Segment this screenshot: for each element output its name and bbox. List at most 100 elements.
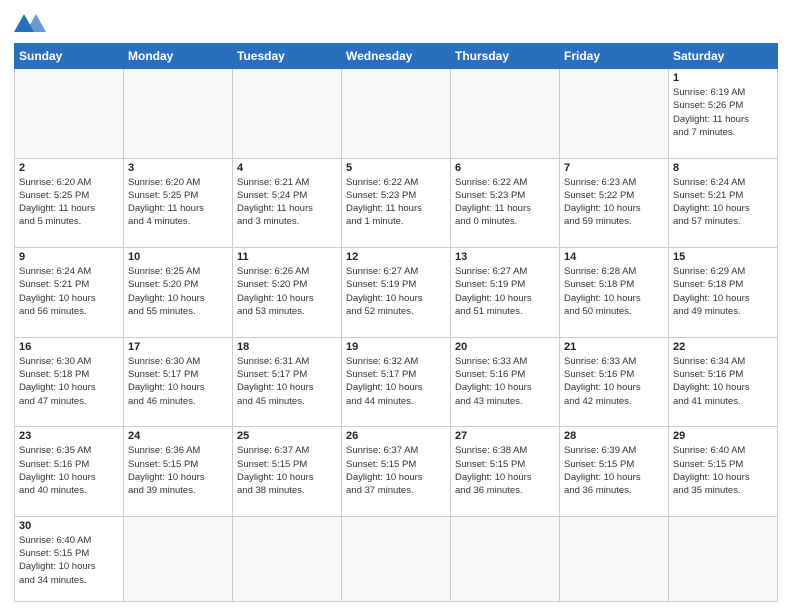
- day-number: 27: [455, 430, 555, 442]
- day-number: 8: [673, 162, 773, 174]
- calendar-cell: 13 Sunrise: 6:27 AM Sunset: 5:19 PM Dayli…: [451, 248, 560, 338]
- day-number: 26: [346, 430, 446, 442]
- calendar-cell: 15Sunrise: 6:29 AM Sunset: 5:18 PM Dayli…: [669, 248, 778, 338]
- calendar-cell: 17 Sunrise: 6:30 AM Sunset: 5:17 PM Dayli…: [124, 337, 233, 427]
- calendar-cell: [451, 69, 560, 159]
- logo-icon: [14, 14, 64, 32]
- day-info: Sunrise: 6:21 AM Sunset: 5:24 PM Dayligh…: [237, 176, 337, 229]
- day-info: Sunrise: 6:33 AM Sunset: 5:16 PM Dayligh…: [564, 355, 664, 408]
- calendar-header-row: SundayMondayTuesdayWednesdayThursdayFrid…: [15, 44, 778, 69]
- day-info: Sunrise: 6:36 AM Sunset: 5:15 PM Dayligh…: [128, 444, 228, 497]
- calendar-cell: 23 Sunrise: 6:35 AM Sunset: 5:16 PM Dayli…: [15, 427, 124, 517]
- calendar-cell: 3 Sunrise: 6:20 AM Sunset: 5:25 PM Daylig…: [124, 158, 233, 248]
- day-number: 23: [19, 430, 119, 442]
- calendar-cell: 5Sunrise: 6:22 AM Sunset: 5:23 PM Daylig…: [342, 158, 451, 248]
- calendar-cell: 26Sunrise: 6:37 AM Sunset: 5:15 PM Dayli…: [342, 427, 451, 517]
- day-info: Sunrise: 6:28 AM Sunset: 5:18 PM Dayligh…: [564, 265, 664, 318]
- calendar-cell: [124, 69, 233, 159]
- day-number: 22: [673, 341, 773, 353]
- calendar-week-row: 23 Sunrise: 6:35 AM Sunset: 5:16 PM Dayli…: [15, 427, 778, 517]
- calendar-weekday-wednesday: Wednesday: [342, 44, 451, 69]
- calendar-weekday-thursday: Thursday: [451, 44, 560, 69]
- day-number: 18: [237, 341, 337, 353]
- day-info: Sunrise: 6:30 AM Sunset: 5:17 PM Dayligh…: [128, 355, 228, 408]
- day-number: 11: [237, 251, 337, 263]
- day-number: 10: [128, 251, 228, 263]
- calendar-week-row: 9 Sunrise: 6:24 AM Sunset: 5:21 PM Daylig…: [15, 248, 778, 338]
- day-info: Sunrise: 6:35 AM Sunset: 5:16 PM Dayligh…: [19, 444, 119, 497]
- calendar-cell: 12 Sunrise: 6:27 AM Sunset: 5:19 PM Dayli…: [342, 248, 451, 338]
- calendar-cell: 7Sunrise: 6:23 AM Sunset: 5:22 PM Daylig…: [560, 158, 669, 248]
- calendar-cell: 21Sunrise: 6:33 AM Sunset: 5:16 PM Dayli…: [560, 337, 669, 427]
- calendar-cell: 6 Sunrise: 6:22 AM Sunset: 5:23 PM Daylig…: [451, 158, 560, 248]
- calendar-cell: 27 Sunrise: 6:38 AM Sunset: 5:15 PM Dayli…: [451, 427, 560, 517]
- day-info: Sunrise: 6:40 AM Sunset: 5:15 PM Dayligh…: [673, 444, 773, 497]
- calendar-cell: 2 Sunrise: 6:20 AM Sunset: 5:25 PM Daylig…: [15, 158, 124, 248]
- day-info: Sunrise: 6:40 AM Sunset: 5:15 PM Dayligh…: [19, 534, 119, 587]
- day-info: Sunrise: 6:27 AM Sunset: 5:19 PM Dayligh…: [346, 265, 446, 318]
- day-number: 14: [564, 251, 664, 263]
- day-info: Sunrise: 6:24 AM Sunset: 5:21 PM Dayligh…: [673, 176, 773, 229]
- calendar-week-row: 2 Sunrise: 6:20 AM Sunset: 5:25 PM Daylig…: [15, 158, 778, 248]
- calendar-cell: 8 Sunrise: 6:24 AM Sunset: 5:21 PM Daylig…: [669, 158, 778, 248]
- calendar-cell: [451, 516, 560, 601]
- calendar-weekday-tuesday: Tuesday: [233, 44, 342, 69]
- calendar-weekday-friday: Friday: [560, 44, 669, 69]
- day-info: Sunrise: 6:19 AM Sunset: 5:26 PM Dayligh…: [673, 86, 773, 139]
- calendar-cell: [342, 69, 451, 159]
- calendar-weekday-saturday: Saturday: [669, 44, 778, 69]
- day-info: Sunrise: 6:20 AM Sunset: 5:25 PM Dayligh…: [128, 176, 228, 229]
- calendar-cell: 14 Sunrise: 6:28 AM Sunset: 5:18 PM Dayli…: [560, 248, 669, 338]
- day-number: 12: [346, 251, 446, 263]
- calendar-cell: 25Sunrise: 6:37 AM Sunset: 5:15 PM Dayli…: [233, 427, 342, 517]
- header: [14, 10, 778, 37]
- day-info: Sunrise: 6:20 AM Sunset: 5:25 PM Dayligh…: [19, 176, 119, 229]
- page: SundayMondayTuesdayWednesdayThursdayFrid…: [0, 0, 792, 612]
- calendar-cell: [560, 516, 669, 601]
- day-info: Sunrise: 6:34 AM Sunset: 5:16 PM Dayligh…: [673, 355, 773, 408]
- calendar-cell: 24 Sunrise: 6:36 AM Sunset: 5:15 PM Dayli…: [124, 427, 233, 517]
- calendar-cell: [15, 69, 124, 159]
- day-number: 13: [455, 251, 555, 263]
- day-info: Sunrise: 6:27 AM Sunset: 5:19 PM Dayligh…: [455, 265, 555, 318]
- day-info: Sunrise: 6:31 AM Sunset: 5:17 PM Dayligh…: [237, 355, 337, 408]
- day-info: Sunrise: 6:30 AM Sunset: 5:18 PM Dayligh…: [19, 355, 119, 408]
- calendar-cell: 16 Sunrise: 6:30 AM Sunset: 5:18 PM Dayli…: [15, 337, 124, 427]
- day-number: 9: [19, 251, 119, 263]
- day-number: 2: [19, 162, 119, 174]
- calendar-cell: 22 Sunrise: 6:34 AM Sunset: 5:16 PM Dayli…: [669, 337, 778, 427]
- day-number: 20: [455, 341, 555, 353]
- calendar-cell: 10 Sunrise: 6:25 AM Sunset: 5:20 PM Dayli…: [124, 248, 233, 338]
- day-number: 6: [455, 162, 555, 174]
- calendar-week-row: 30 Sunrise: 6:40 AM Sunset: 5:15 PM Dayli…: [15, 516, 778, 601]
- logo: [14, 14, 64, 37]
- calendar-cell: 1 Sunrise: 6:19 AM Sunset: 5:26 PM Daylig…: [669, 69, 778, 159]
- day-number: 1: [673, 72, 773, 84]
- day-info: Sunrise: 6:33 AM Sunset: 5:16 PM Dayligh…: [455, 355, 555, 408]
- day-info: Sunrise: 6:25 AM Sunset: 5:20 PM Dayligh…: [128, 265, 228, 318]
- calendar-cell: [342, 516, 451, 601]
- day-number: 30: [19, 520, 119, 532]
- day-info: Sunrise: 6:37 AM Sunset: 5:15 PM Dayligh…: [237, 444, 337, 497]
- day-number: 28: [564, 430, 664, 442]
- day-number: 17: [128, 341, 228, 353]
- calendar-cell: 19Sunrise: 6:32 AM Sunset: 5:17 PM Dayli…: [342, 337, 451, 427]
- calendar-cell: [560, 69, 669, 159]
- calendar-cell: [233, 516, 342, 601]
- calendar-cell: 28Sunrise: 6:39 AM Sunset: 5:15 PM Dayli…: [560, 427, 669, 517]
- day-info: Sunrise: 6:22 AM Sunset: 5:23 PM Dayligh…: [455, 176, 555, 229]
- day-info: Sunrise: 6:23 AM Sunset: 5:22 PM Dayligh…: [564, 176, 664, 229]
- calendar-cell: 20 Sunrise: 6:33 AM Sunset: 5:16 PM Dayli…: [451, 337, 560, 427]
- calendar-week-row: 16 Sunrise: 6:30 AM Sunset: 5:18 PM Dayli…: [15, 337, 778, 427]
- day-info: Sunrise: 6:38 AM Sunset: 5:15 PM Dayligh…: [455, 444, 555, 497]
- day-number: 16: [19, 341, 119, 353]
- day-number: 3: [128, 162, 228, 174]
- day-number: 5: [346, 162, 446, 174]
- calendar-weekday-monday: Monday: [124, 44, 233, 69]
- calendar-cell: 11 Sunrise: 6:26 AM Sunset: 5:20 PM Dayli…: [233, 248, 342, 338]
- day-info: Sunrise: 6:24 AM Sunset: 5:21 PM Dayligh…: [19, 265, 119, 318]
- calendar-cell: [669, 516, 778, 601]
- day-info: Sunrise: 6:26 AM Sunset: 5:20 PM Dayligh…: [237, 265, 337, 318]
- calendar-weekday-sunday: Sunday: [15, 44, 124, 69]
- day-number: 24: [128, 430, 228, 442]
